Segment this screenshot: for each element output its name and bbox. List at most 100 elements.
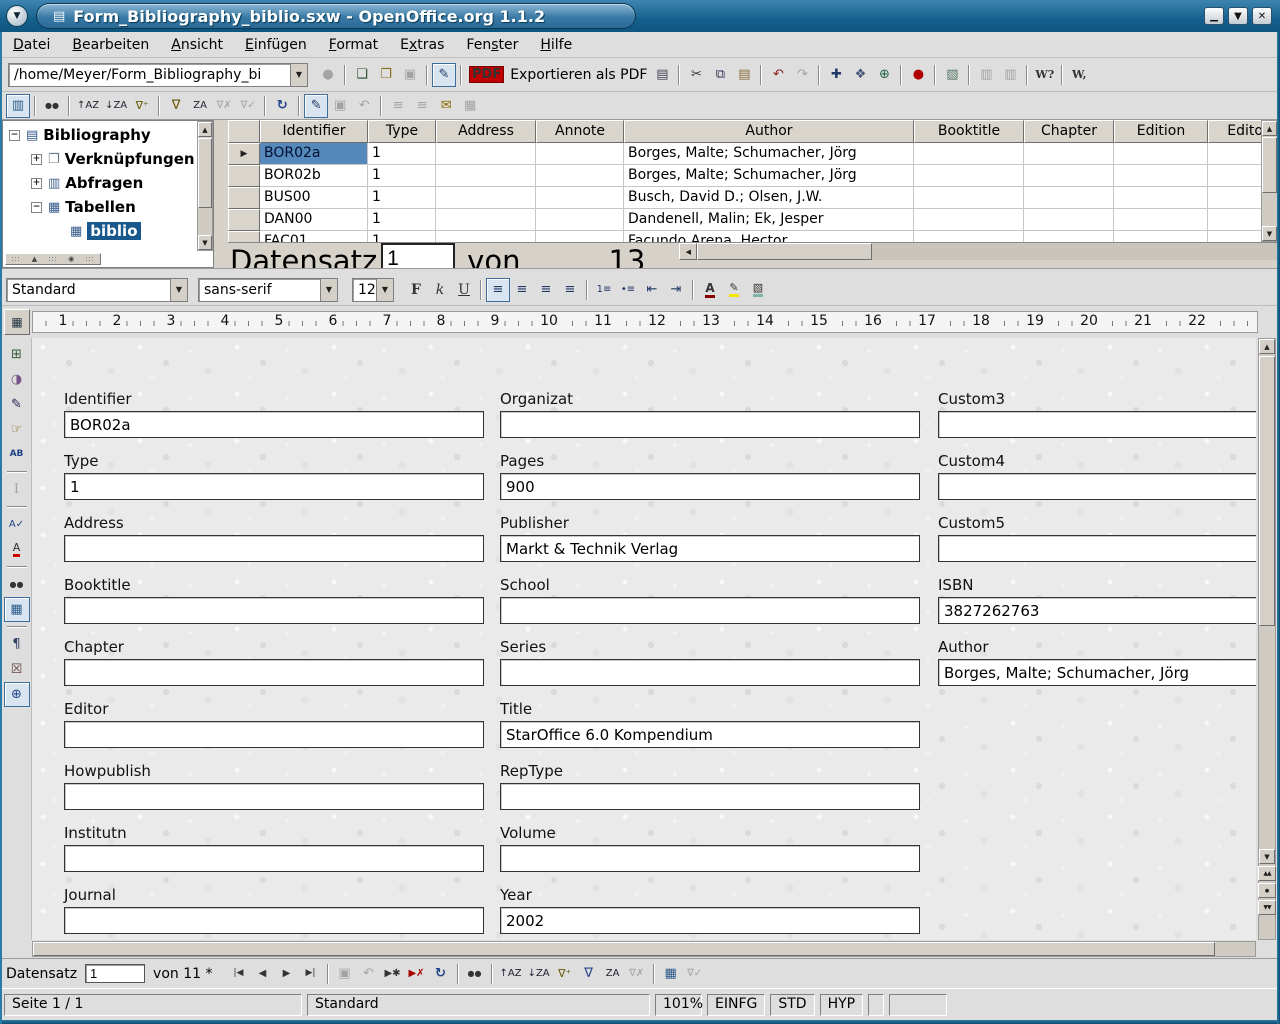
grid-hscroll-track[interactable] [872,243,1278,260]
url-dropdown-button[interactable]: ▼ [290,64,307,86]
field-input-type[interactable] [64,473,484,500]
tree-scroll-thumb[interactable] [198,138,212,208]
document-vscrollbar[interactable]: ▲ ▼ [1258,338,1276,940]
draw-functions-button[interactable]: ✎ [4,392,30,417]
column-header-address[interactable]: Address [436,120,536,143]
cell[interactable]: DAN00 [260,209,368,231]
cell[interactable]: BOR02a [260,143,368,165]
record-macro-button[interactable]: ● [906,63,930,87]
field-input-author[interactable] [938,659,1256,686]
field-input-custom5[interactable] [938,535,1256,562]
paragraph-background-button[interactable]: ▧ [746,278,770,302]
window-menu-button[interactable]: ▼ [6,5,28,27]
cell[interactable] [436,143,536,165]
nonprinting-characters-button[interactable]: ¶ [4,632,30,657]
field-input-institutn[interactable] [64,845,484,872]
increase-indent-button[interactable]: ⇥ [664,278,688,302]
menu-ansicht[interactable]: Ansicht [160,34,234,56]
field-input-series[interactable] [500,659,920,686]
minimize-button[interactable]: ▁ [1204,7,1224,25]
cell[interactable] [1024,209,1114,231]
data-source-explorer-button[interactable]: ▥ [6,94,30,118]
grid-scroll-up-button[interactable]: ▲ [1262,121,1277,136]
tree-item-bibliography[interactable]: −▤Bibliography [3,123,197,147]
undo-button[interactable]: ↶ [766,63,790,87]
cell[interactable] [436,209,536,231]
cell[interactable] [436,165,536,187]
doc-hscroll-thumb[interactable] [33,942,1215,956]
standard-filter-button[interactable]: ∇ [577,962,601,986]
online-layout-button[interactable]: ⊕ [4,682,30,707]
auto-spellcheck-button[interactable]: A [4,537,30,562]
document-hscrollbar[interactable] [32,941,1256,957]
tree-expander[interactable]: − [9,130,20,141]
url-combo[interactable]: /home/Meyer/Form_Bibliography_bi ▼ [8,63,308,87]
field-input-isbn[interactable] [938,597,1256,624]
previous-page-button[interactable]: ▲▲ [1258,866,1276,881]
cell[interactable] [536,209,624,231]
tree-expander[interactable]: − [31,202,42,213]
field-input-journal[interactable] [64,907,484,934]
field-input-organizat[interactable] [500,411,920,438]
field-input-identifier[interactable] [64,411,484,438]
cell[interactable]: BUS00 [260,187,368,209]
cut-button[interactable]: ✂ [684,63,708,87]
last-record-button[interactable]: ▶| [299,962,323,986]
standard-filter-button[interactable]: ∇ [164,94,188,118]
status-hyperlink-mode[interactable]: HYP [820,994,864,1016]
font-size-combo[interactable]: 12 ▼ [352,278,394,302]
next-record-button[interactable]: ▶ [275,962,299,986]
grid-scroll-down-button[interactable]: ▼ [1262,226,1277,241]
align-left-button[interactable]: ≡ [486,278,510,302]
w-tool-1-button[interactable]: W? [1032,63,1057,87]
grid-scrollbar[interactable]: ▲ ▼ [1261,120,1278,242]
cell[interactable]: BOR02b [260,165,368,187]
new-record-button[interactable]: ▶✱ [381,962,405,986]
tree-expander[interactable]: + [31,178,42,189]
cell[interactable] [536,187,624,209]
cell[interactable] [914,143,1024,165]
field-input-school[interactable] [500,597,920,624]
cell[interactable] [914,165,1024,187]
menu-fenster[interactable]: Fenster [455,34,529,56]
underline-button[interactable]: U [452,278,476,302]
column-header-edition[interactable]: Edition [1114,120,1208,143]
field-input-editor[interactable] [64,721,484,748]
form-record-input[interactable] [85,964,145,983]
edit-file-button[interactable]: ✎ [432,63,456,87]
highlighting-button[interactable]: ✎ [722,278,746,302]
menu-format[interactable]: Format [318,34,389,56]
italic-button[interactable]: k [428,278,452,302]
paragraph-style-value[interactable]: Standard [7,282,170,298]
tree-scrollbar[interactable]: ▲ ▼ [197,121,213,251]
doc-scroll-thumb[interactable] [1259,356,1275,626]
status-zoom[interactable]: 101% [655,994,702,1016]
url-value[interactable]: /home/Meyer/Form_Bibliography_bi [9,67,290,83]
pin-icon[interactable]: ◉ [68,256,74,263]
form-functions-button[interactable]: ☞ [4,417,30,442]
refresh-form-button[interactable]: ↻ [429,962,453,986]
field-input-year[interactable] [500,907,920,934]
cell[interactable] [1024,187,1114,209]
cell[interactable] [1114,143,1208,165]
menu-einfügen[interactable]: Einfügen [234,34,318,56]
menu-datei[interactable]: Datei [2,34,61,56]
size-dropdown-button[interactable]: ▼ [376,279,393,301]
field-input-publisher[interactable] [500,535,920,562]
collapse-icon[interactable]: ▲ [32,256,37,263]
field-input-custom3[interactable] [938,411,1256,438]
grid-corner-cell[interactable] [228,120,260,143]
column-header-identifier[interactable]: Identifier [260,120,368,143]
spellcheck-button[interactable]: A✓ [4,512,30,537]
first-record-button[interactable]: |◀ [227,962,251,986]
field-input-chapter[interactable] [64,659,484,686]
refresh-data-button[interactable]: ↻ [270,94,294,118]
data-sources-button[interactable]: ▦ [4,597,30,622]
insert-button[interactable]: ⊞ [4,342,30,367]
splitter-handle[interactable]: ▲ ◉ [5,253,101,265]
print-file-button[interactable]: ▤ [650,63,674,87]
field-input-booktitle[interactable] [64,597,484,624]
cell[interactable] [436,187,536,209]
cell[interactable] [536,143,624,165]
column-header-annote[interactable]: Annote [536,120,624,143]
